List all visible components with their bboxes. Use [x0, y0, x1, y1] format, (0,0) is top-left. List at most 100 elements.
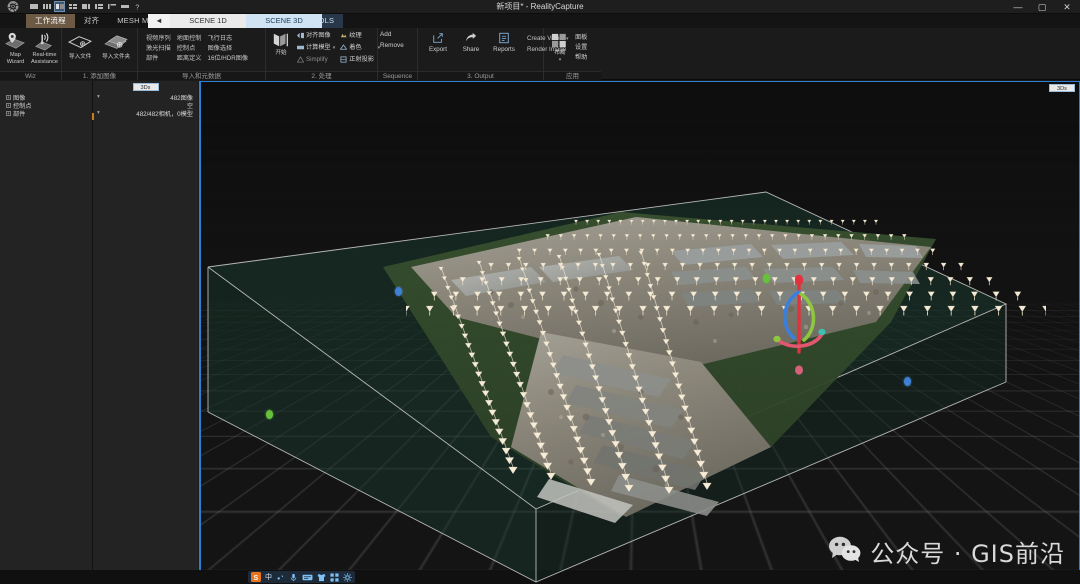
control-point-marker-green-2[interactable]: [266, 410, 273, 419]
simplify-row[interactable]: Simplify: [297, 54, 335, 65]
simplify-label: Simplify: [306, 54, 328, 65]
antenna-icon: [33, 31, 55, 51]
ribbon-group-output: Export Share Reports Create Video ▾ Rend…: [418, 28, 544, 80]
ortho-icon: [340, 56, 347, 63]
colorize-row[interactable]: 着色 ▾: [340, 42, 380, 53]
wechat-icon: [828, 535, 862, 569]
reports-button[interactable]: Reports: [490, 32, 518, 53]
layout-quad-icon[interactable]: [93, 1, 104, 12]
close-button[interactable]: ✕: [1054, 0, 1080, 14]
minimize-button[interactable]: —: [1006, 0, 1030, 14]
scene-back-button[interactable]: ◄: [148, 14, 170, 28]
ribbon-group-label-import-metadata: 导入和元数据: [138, 71, 265, 80]
viewport-canvas[interactable]: 公众号 · GIS前沿 3Ds: [201, 82, 1079, 583]
colorize-icon: [340, 44, 347, 51]
reports-icon: [498, 32, 510, 44]
texture-icon: [340, 32, 347, 39]
control-points-item[interactable]: 控制点: [177, 45, 202, 53]
help-question-icon[interactable]: ?: [132, 1, 143, 12]
ribbon-group-label-output: 3. Output: [418, 71, 543, 80]
ground-control-item[interactable]: 地面控制: [177, 35, 202, 43]
share-button[interactable]: Share: [457, 32, 485, 53]
layout-full-icon[interactable]: [119, 1, 130, 12]
import-metadata-col-3: 飞行日志 图像选择 16位/HDR图像: [208, 35, 249, 63]
align-images-icon: [297, 32, 304, 39]
import-folder-button[interactable]: 导入文件夹: [98, 32, 134, 60]
ribbon-tab-strip: 工作流程 对齐 MESH MODEL VIEW TOOLS VIEW TOOLS…: [0, 14, 1080, 28]
hdr-image-item[interactable]: 16位/HDR图像: [208, 55, 249, 63]
export-icon: [432, 32, 444, 44]
window-title: 新项目* - RealityCapture: [0, 0, 1080, 14]
texture-row[interactable]: 纹理: [340, 30, 380, 41]
ribbon-group-label-apply: 应用: [544, 71, 601, 80]
layout-button[interactable]: 布局 ▾: [548, 32, 572, 63]
layout-dropdown-icon[interactable]: ▾: [559, 57, 562, 63]
ortho-row[interactable]: 正射投影: [340, 54, 380, 65]
layout-three-column-icon[interactable]: [41, 1, 52, 12]
remove-button[interactable]: Remove: [380, 42, 404, 49]
control-point-marker-blue-2[interactable]: [904, 377, 911, 386]
expander-icon[interactable]: +: [6, 111, 11, 116]
components-item[interactable]: 部件: [146, 55, 171, 63]
import-metadata-col-2: 地面控制 控制点 距离定义: [177, 35, 202, 63]
help-button[interactable]: 帮助: [575, 53, 587, 62]
scene-3d-viewport[interactable]: 公众号 · GIS前沿 3Ds: [199, 81, 1080, 584]
tab-workflow[interactable]: 工作流程: [26, 14, 75, 28]
realtime-assistance-button[interactable]: Real-time Assistance: [31, 30, 58, 65]
calc-model-row[interactable]: 计算模型 ▾: [297, 42, 335, 53]
map-wizard-label-1: Map: [10, 52, 21, 58]
ribbon-group-label-add-images: 1. 添加图像: [62, 71, 137, 80]
layout-grid-2x2-icon[interactable]: [67, 1, 78, 12]
map-wizard-button[interactable]: Map Wizard: [3, 30, 28, 65]
align-images-row[interactable]: 对齐图像: [297, 30, 335, 41]
tab-align[interactable]: 对齐: [75, 14, 108, 28]
import-file-label: 导入文件: [69, 54, 91, 60]
folder-import-icon: [103, 33, 129, 53]
import-file-button[interactable]: 导入文件: [65, 32, 95, 60]
layout-sidebar-icon[interactable]: [106, 1, 117, 12]
transform-gizmo[interactable]: [764, 270, 834, 380]
simplify-icon: [297, 56, 304, 63]
quick-access-toolbar: ?: [26, 0, 143, 14]
ribbon-group-label-process: 2. 处理: [266, 71, 377, 80]
ribbon-group-label-sequence: Sequence: [378, 71, 417, 80]
video-sequence-item[interactable]: 视频序列: [146, 35, 171, 43]
settings-button[interactable]: 设置: [575, 43, 587, 52]
expander-icon[interactable]: +: [6, 103, 11, 108]
image-selection-item[interactable]: 图像选择: [208, 45, 249, 53]
realtime-assistance-label-1: Real-time: [33, 52, 57, 58]
realtime-assistance-label-2: Assistance: [31, 59, 58, 65]
align-start-icon: [270, 31, 292, 49]
control-point-marker-blue-1[interactable]: [395, 287, 402, 296]
import-metadata-col-1: 视频序列 激光扫描 部件: [146, 35, 171, 63]
layout-wide-split-icon[interactable]: [80, 1, 91, 12]
start-align-label: 开始: [275, 50, 286, 56]
tree-item-components[interactable]: + 部件: [0, 109, 92, 117]
viewport-3d-badge[interactable]: 3Ds: [1049, 84, 1075, 92]
distance-definition-item[interactable]: 距离定义: [177, 55, 202, 63]
map-wizard-label-2: Wizard: [7, 59, 24, 65]
export-button[interactable]: Export: [424, 32, 452, 53]
layout-left-split-icon[interactable]: [54, 1, 65, 12]
panels-button[interactable]: 面板: [575, 33, 587, 42]
laser-scan-item[interactable]: 激光扫描: [146, 45, 171, 53]
ribbon-group-import-metadata: 视频序列 激光扫描 部件 地面控制 控制点 距离定义 飞行日志 图像选择 16位…: [138, 28, 266, 80]
export-label: Export: [429, 46, 447, 53]
scene-1d-tab[interactable]: SCENE 1D: [170, 14, 246, 28]
add-button[interactable]: Add: [380, 31, 404, 38]
stat-marker-icon: ▾: [97, 110, 100, 116]
stats-3d-badge[interactable]: 3Ds: [133, 83, 159, 91]
layout-single-icon[interactable]: [28, 1, 39, 12]
ribbon: Map Wizard Real-time Assistance Wiz 导入文件…: [0, 28, 1080, 80]
scene-3d-tab[interactable]: SCENE 3D: [246, 14, 322, 28]
expander-icon[interactable]: +: [6, 95, 11, 100]
start-align-button[interactable]: 开始: [270, 29, 292, 56]
maximize-button[interactable]: ▢: [1030, 0, 1054, 14]
colorize-label: 着色: [349, 42, 361, 53]
flight-log-item[interactable]: 飞行日志: [208, 35, 249, 43]
stat-cameras-value: 482/482相机，0模型: [136, 109, 193, 118]
apply-buttons: 布局 ▾ 面板 设置 帮助: [548, 30, 587, 63]
calc-model-dropdown-icon[interactable]: ▾: [333, 45, 336, 51]
sequence-buttons: Add Remove: [378, 28, 406, 49]
file-import-icon: [67, 33, 93, 53]
